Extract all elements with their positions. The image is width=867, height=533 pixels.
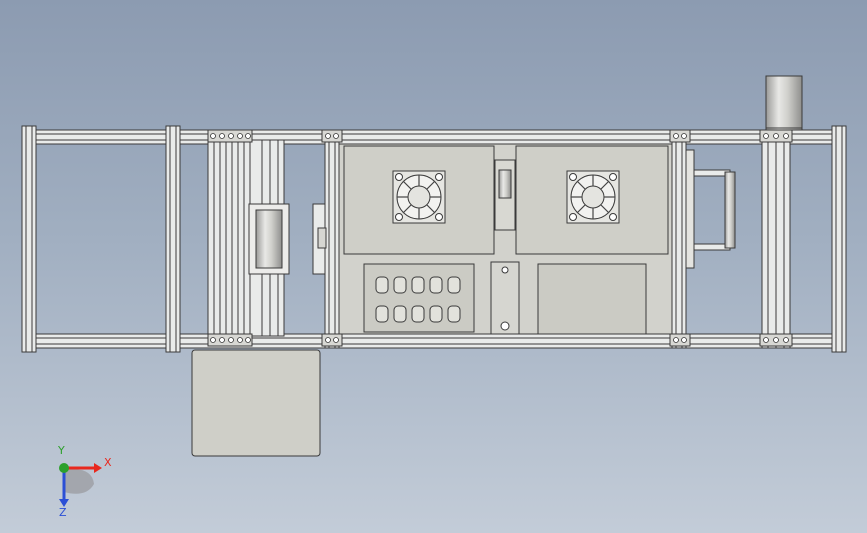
fan-panel-right (515, 145, 669, 255)
blank-panel (537, 263, 647, 335)
post-right-outer (831, 125, 847, 353)
post-left-mid (165, 125, 181, 353)
y-axis-label: Y (58, 444, 65, 457)
y-axis-dot (59, 463, 69, 473)
x-axis-label: X (104, 456, 112, 469)
x-arrow-icon (94, 463, 102, 473)
coordinate-triad: X Y Z (46, 444, 116, 522)
button-panel (363, 263, 475, 333)
rail-bracket (312, 203, 327, 275)
machine-drawing (21, 75, 847, 457)
post-center-right (671, 129, 687, 349)
cad-viewport[interactable]: X Y Z (0, 0, 867, 533)
hanging-box (191, 349, 321, 457)
fan-panel-left (343, 145, 495, 255)
top-cylinder (765, 75, 803, 131)
triad-plane (64, 469, 94, 494)
z-axis-label: Z (59, 506, 67, 519)
right-handle (685, 149, 736, 269)
rail-carriage (248, 203, 290, 275)
bottom-rail (21, 333, 847, 349)
top-rail (21, 129, 847, 145)
post-center-left (324, 129, 340, 349)
post-left-outer (21, 125, 37, 353)
post-right-mid (761, 129, 791, 349)
